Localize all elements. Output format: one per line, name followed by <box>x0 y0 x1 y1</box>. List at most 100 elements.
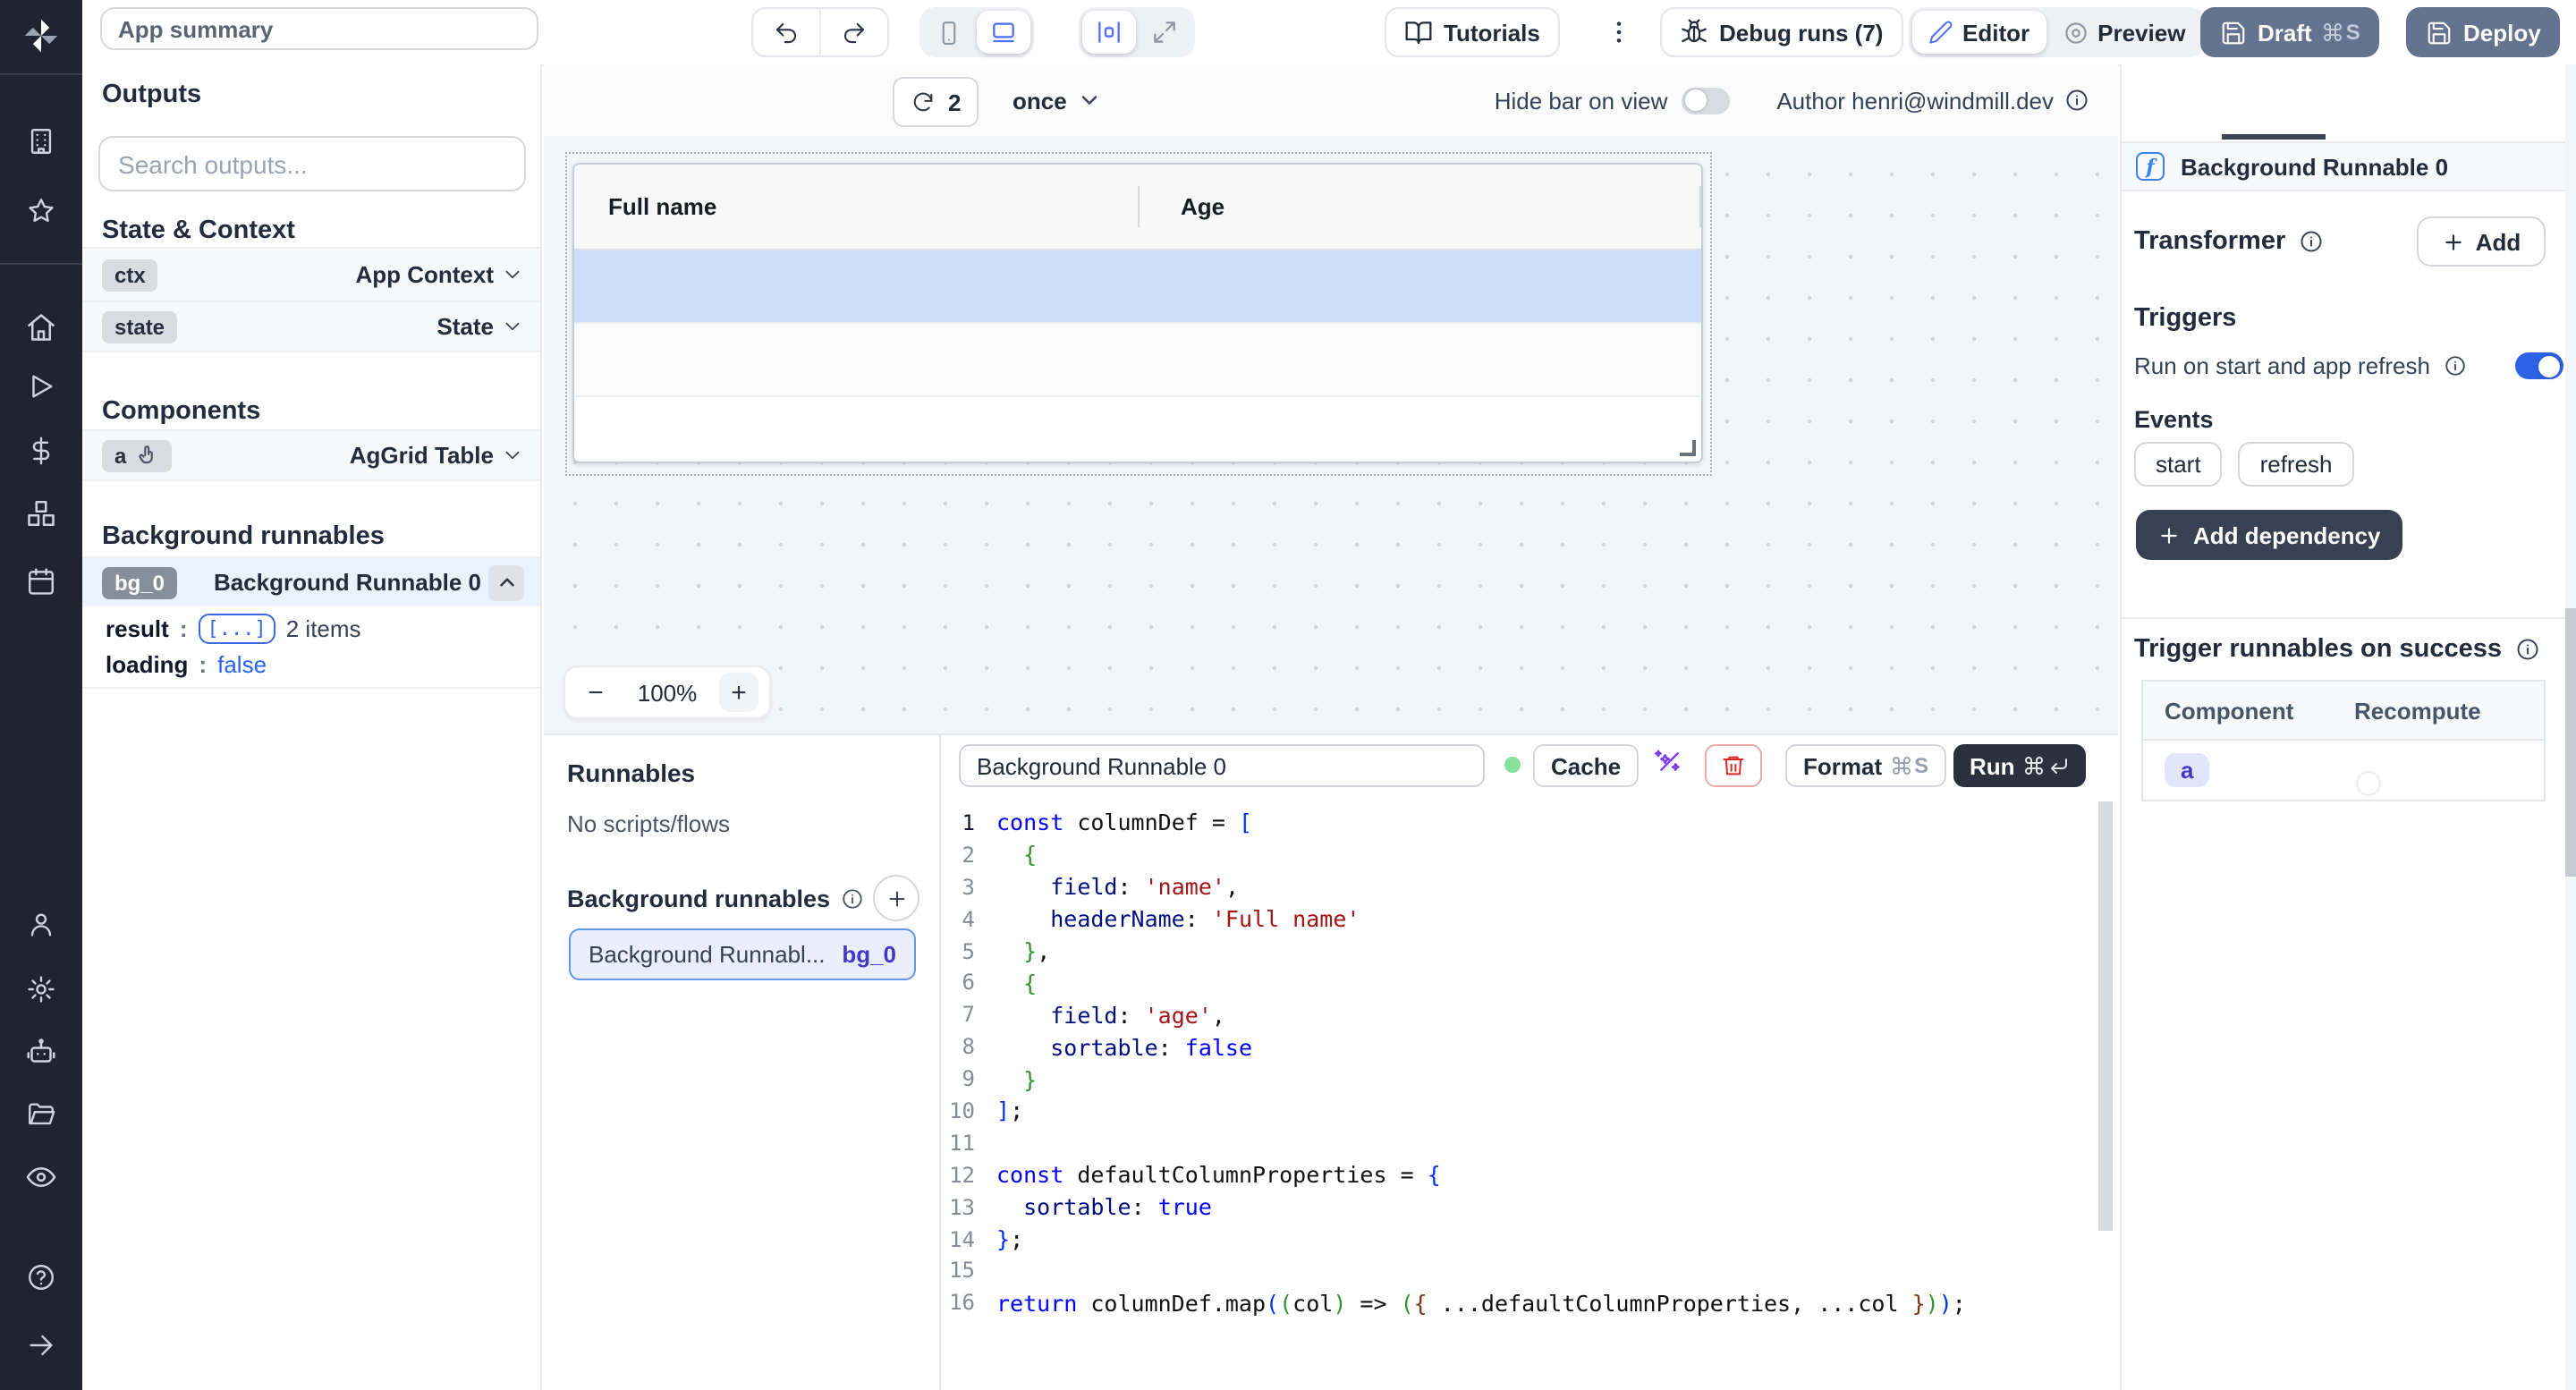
undo-redo-group <box>751 7 889 57</box>
editor-tab[interactable]: Editor <box>1912 11 2046 54</box>
events-title: Events <box>2134 406 2214 433</box>
draft-shortcut: S <box>2323 20 2360 45</box>
undo-button[interactable] <box>753 9 819 55</box>
panel-scrollbar-thumb[interactable] <box>2564 608 2576 877</box>
folders-icon[interactable] <box>26 1099 56 1130</box>
panel-scrollbar-track[interactable] <box>2564 64 2576 1390</box>
aggrid-table-component[interactable]: Full name Age <box>572 163 1703 463</box>
info-icon[interactable] <box>2298 229 2323 254</box>
status-dot <box>1504 757 1521 773</box>
workspace-building-icon[interactable] <box>26 126 56 157</box>
info-icon[interactable] <box>2443 354 2466 377</box>
hide-bar-toggle[interactable] <box>1682 87 1730 114</box>
component-settings-panel: f Background Runnable 0 Transformer Add … <box>2120 64 2576 1390</box>
add-transformer-button[interactable]: Add <box>2417 216 2546 267</box>
chevron-down-icon[interactable] <box>501 444 524 467</box>
run-on-start-toggle[interactable] <box>2515 352 2563 379</box>
search-outputs-input[interactable] <box>98 136 526 191</box>
schedules-calendar-icon[interactable] <box>26 566 56 597</box>
zoom-in-button[interactable]: + <box>719 673 758 712</box>
table-row-selected[interactable] <box>574 250 1701 324</box>
workers-robot-icon[interactable] <box>25 1036 57 1068</box>
home-icon[interactable] <box>25 311 57 343</box>
column-divider[interactable] <box>1138 186 1140 227</box>
chevron-down-icon[interactable] <box>501 315 524 338</box>
fullscreen-button[interactable] <box>1138 11 1191 54</box>
windmill-logo-icon[interactable] <box>21 16 61 55</box>
output-row-bg0[interactable]: bg_0 Background Runnable 0 <box>82 556 540 606</box>
refresh-icon <box>911 89 936 114</box>
runs-play-icon[interactable] <box>26 371 56 402</box>
delete-runnable-button[interactable] <box>1705 744 1762 787</box>
column-divider[interactable] <box>1699 186 1701 227</box>
author-label: Author henri@windmill.dev <box>1776 87 2054 114</box>
resources-boxes-icon[interactable] <box>25 497 57 530</box>
run-on-start-row: Run on start and app refresh <box>2134 352 2563 379</box>
table-row[interactable] <box>574 324 1701 397</box>
component-a-badge[interactable]: a <box>2165 752 2209 786</box>
info-icon[interactable] <box>841 887 864 911</box>
center-align-button[interactable] <box>1082 11 1136 54</box>
preview-tab[interactable]: Preview <box>2046 11 2201 54</box>
ai-wand-icon[interactable] <box>1651 750 1682 780</box>
zoom-out-button[interactable]: − <box>576 673 615 712</box>
users-person-icon[interactable] <box>26 910 56 940</box>
chevron-down-icon <box>1078 88 1103 113</box>
column-header-fullname[interactable]: Full name <box>608 193 716 220</box>
hand-pointer-icon[interactable] <box>135 444 158 467</box>
add-background-runnable-button[interactable] <box>873 875 919 921</box>
favorites-star-icon[interactable] <box>26 196 56 226</box>
runnables-empty-text: No scripts/flows <box>567 810 730 837</box>
settings-gear-icon[interactable] <box>26 974 56 1004</box>
device-toggle-group <box>919 7 1034 57</box>
state-type: State <box>436 313 494 340</box>
selected-component-outline[interactable]: Full name Age <box>565 152 1712 476</box>
chevron-down-icon[interactable] <box>501 263 524 286</box>
draft-button[interactable]: Draft S <box>2200 7 2380 57</box>
triggers-title: Triggers <box>2134 304 2236 333</box>
app-canvas[interactable]: 2 once Hide bar on view Author henri@win… <box>544 64 2118 733</box>
refresh-count-button[interactable]: 2 <box>893 77 979 127</box>
tutorials-button[interactable]: Tutorials <box>1385 7 1560 57</box>
table-resize-handle[interactable] <box>1680 440 1696 456</box>
help-icon[interactable] <box>26 1262 56 1293</box>
audit-eye-icon[interactable] <box>25 1161 57 1193</box>
cache-button[interactable]: Cache <box>1533 744 1639 787</box>
selected-runnable-header[interactable]: f Background Runnable 0 <box>2122 141 2576 191</box>
bug-icon <box>1680 18 1708 47</box>
add-dependency-button[interactable]: Add dependency <box>2136 510 2402 560</box>
result-array-chip[interactable]: [...] <box>199 614 275 644</box>
deploy-button[interactable]: Deploy <box>2406 7 2561 57</box>
monaco-editor[interactable]: 1const columnDef = [2 {3 field: 'name',4… <box>941 794 2120 1390</box>
loading-value: false <box>217 651 267 678</box>
run-mode-dropdown[interactable]: once <box>1013 77 1103 123</box>
debug-runs-button[interactable]: Debug runs (7) <box>1660 7 1902 57</box>
output-row-ctx[interactable]: ctx App Context <box>82 247 540 301</box>
info-icon[interactable] <box>2514 637 2539 662</box>
divider <box>82 687 540 689</box>
info-icon[interactable] <box>2064 88 2089 113</box>
function-icon: f <box>2136 152 2165 181</box>
runnable-name-input[interactable] <box>959 744 1485 787</box>
sidebar-divider <box>0 263 82 265</box>
variables-dollar-icon[interactable] <box>26 436 56 466</box>
redo-button[interactable] <box>819 9 887 55</box>
column-header-age[interactable]: Age <box>1181 193 1224 220</box>
table-header-recompute: Recompute <box>2354 697 2481 724</box>
format-button[interactable]: Format S <box>1785 744 1946 787</box>
bg0-result-row[interactable]: result: [...] 2 items <box>106 614 361 644</box>
runnable-item-badge: bg_0 <box>842 941 896 968</box>
output-row-component-a[interactable]: a AgGrid Table <box>82 429 540 481</box>
desktop-view-button[interactable] <box>977 11 1030 54</box>
more-menu-button[interactable] <box>1605 16 1633 48</box>
editor-scrollbar[interactable] <box>2098 801 2113 1231</box>
app-summary-input[interactable] <box>100 7 538 50</box>
mobile-view-button[interactable] <box>923 11 975 54</box>
pencil-icon <box>1928 20 1953 45</box>
output-row-state[interactable]: state State <box>82 301 540 352</box>
collapse-arrow-icon[interactable] <box>26 1330 56 1360</box>
background-runnable-item[interactable]: Background Runnabl... bg_0 <box>569 928 916 980</box>
collapse-chevron-up-button[interactable] <box>488 564 524 600</box>
result-count: 2 items <box>286 615 361 642</box>
run-button[interactable]: Run <box>1953 744 2087 787</box>
